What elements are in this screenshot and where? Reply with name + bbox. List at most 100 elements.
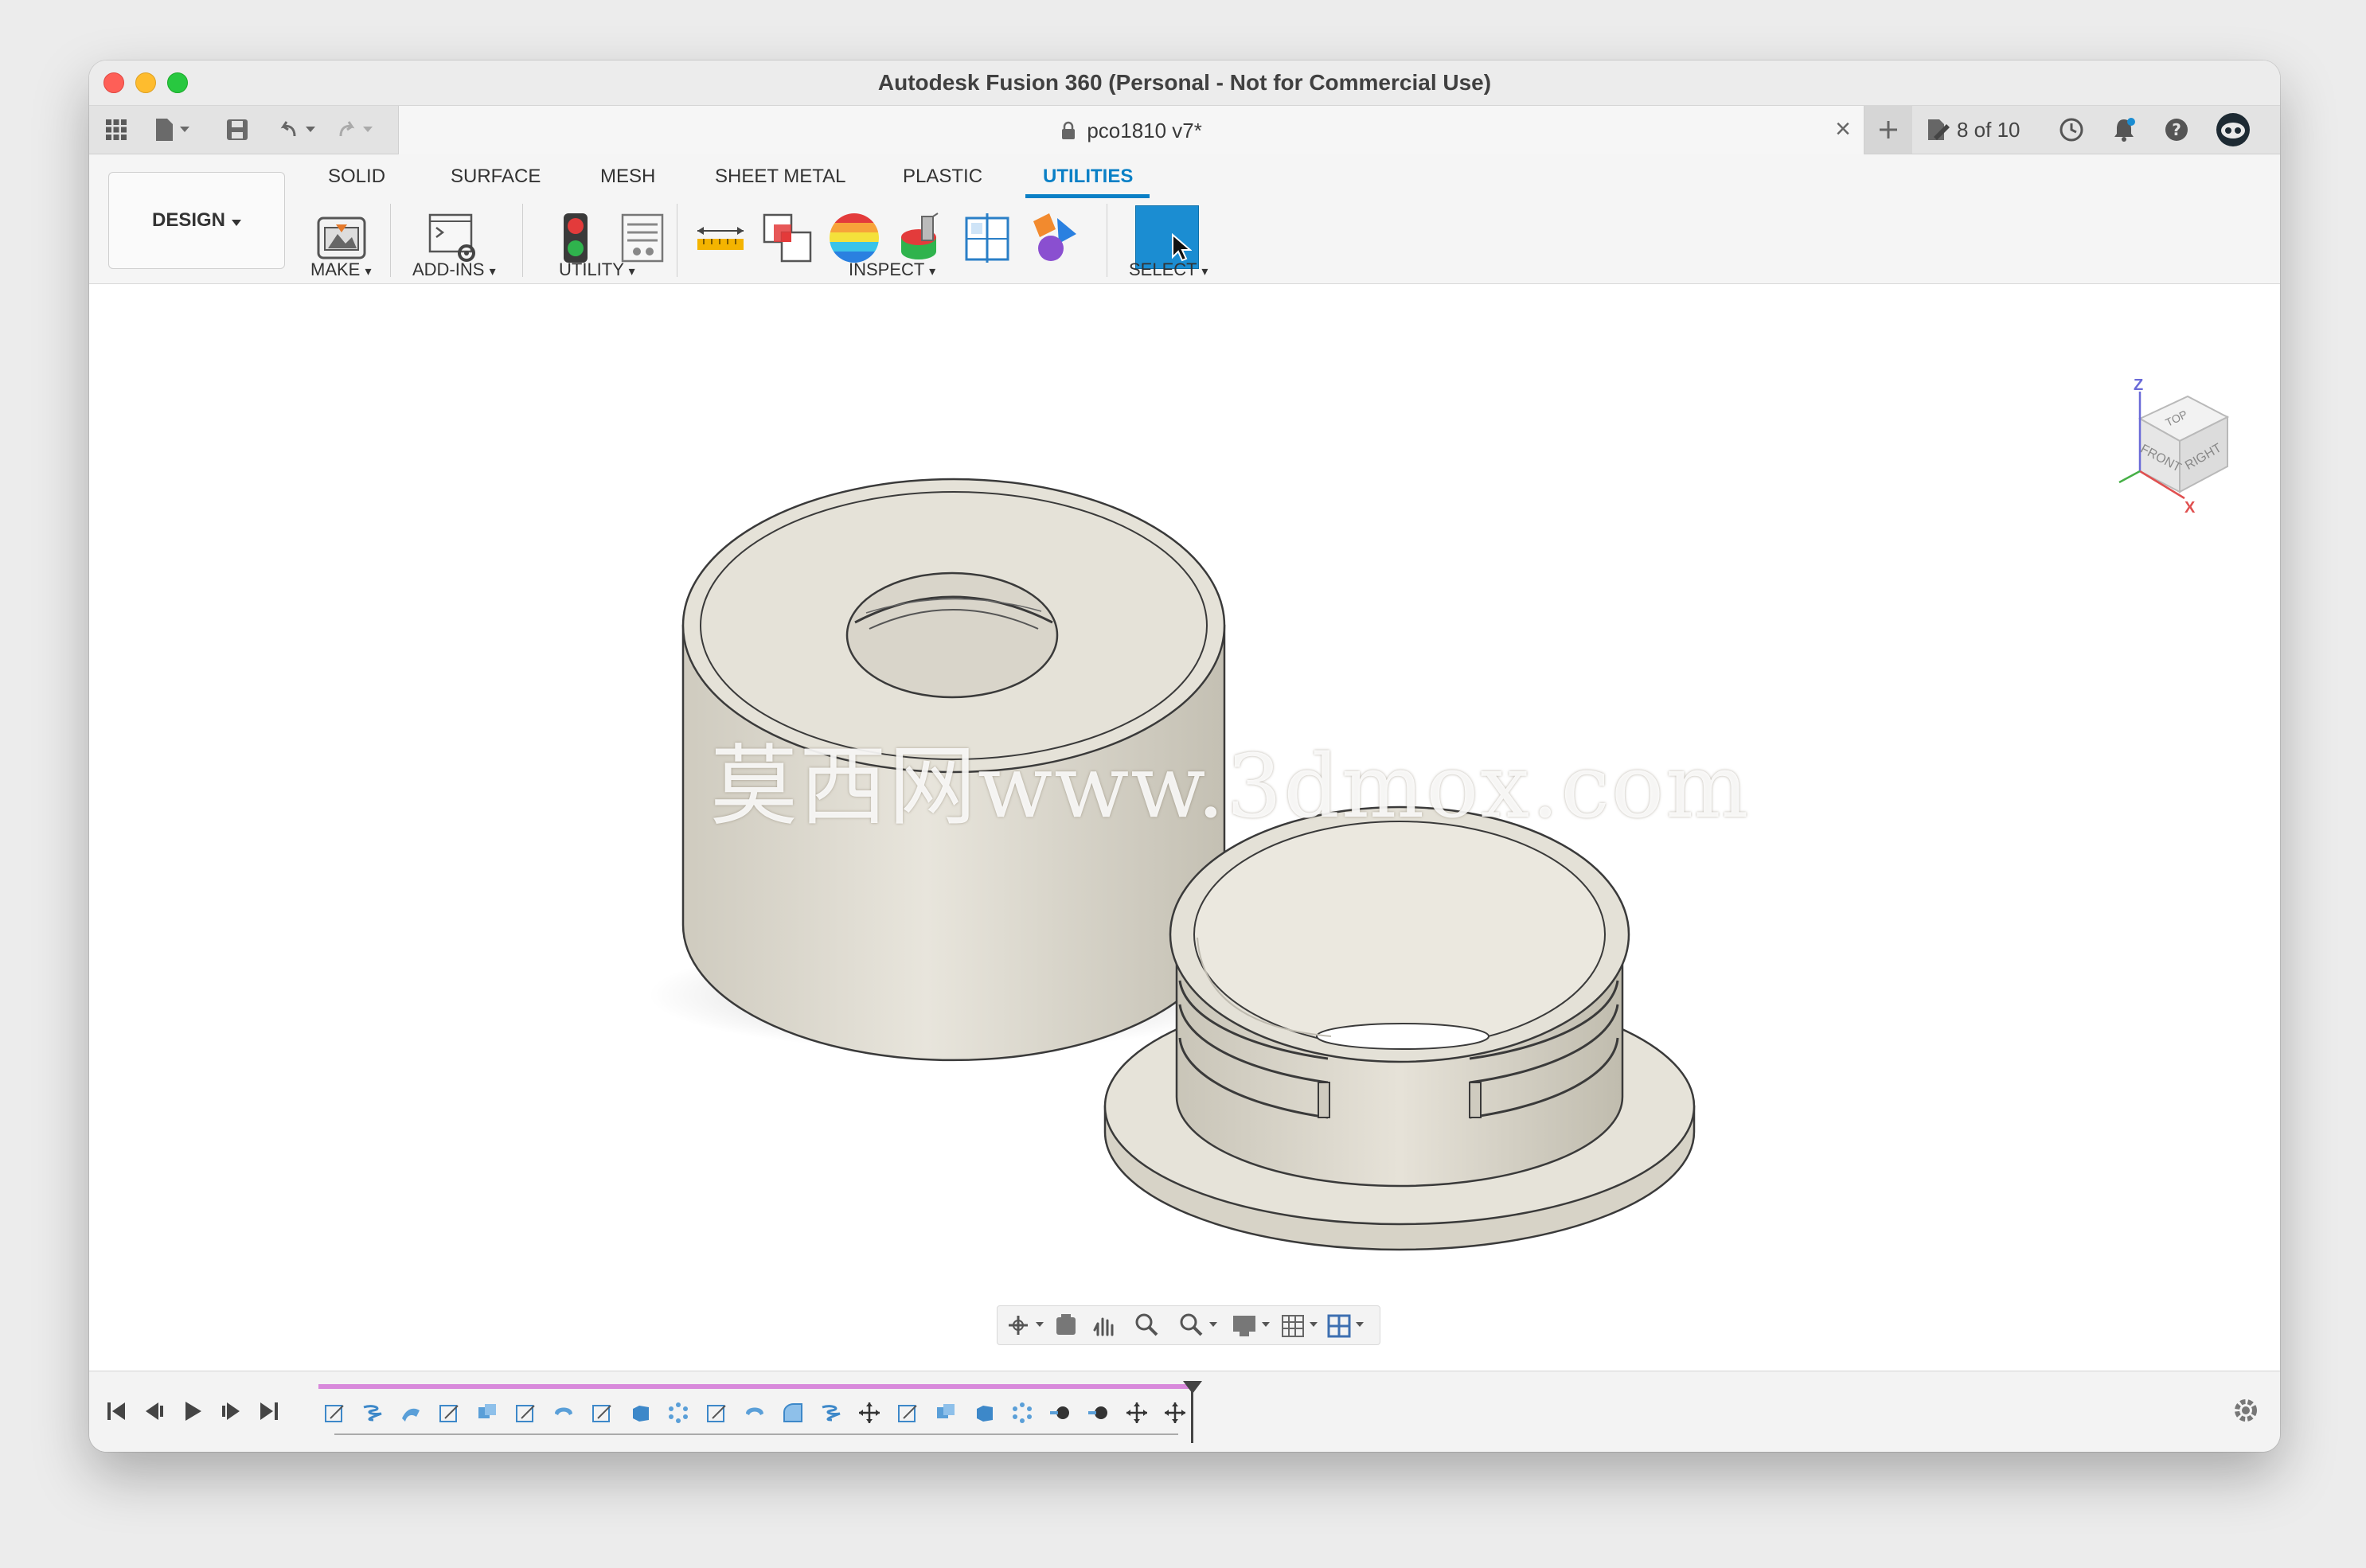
toolbar-ribbon: DESIGN SOLID SURFACE MESH SHEET METAL PL… xyxy=(89,154,2280,284)
sweep-feature-icon[interactable] xyxy=(396,1398,425,1427)
group-select[interactable]: SELECT xyxy=(1129,259,1197,279)
draft-analysis-icon[interactable] xyxy=(893,210,949,266)
fillet-feature-icon[interactable] xyxy=(779,1398,807,1427)
coil-feature-icon[interactable] xyxy=(817,1398,845,1427)
workspace-label: DESIGN xyxy=(151,209,225,231)
zoom-icon[interactable] xyxy=(1135,1313,1158,1336)
group-inspect[interactable]: INSPECT xyxy=(849,259,924,279)
svg-text:?: ? xyxy=(2172,120,2181,139)
save-icon[interactable] xyxy=(221,114,253,146)
timeline-ruler xyxy=(334,1433,1178,1435)
move-feature-icon[interactable] xyxy=(1122,1398,1151,1427)
timeline-marker[interactable] xyxy=(1191,1387,1193,1443)
last-frame-icon[interactable] xyxy=(253,1395,285,1427)
workspace-switcher[interactable]: DESIGN xyxy=(108,172,285,269)
move-feature-icon[interactable] xyxy=(1161,1398,1189,1427)
active-tab-indicator xyxy=(1025,194,1150,198)
combine-feature-icon[interactable] xyxy=(931,1398,960,1427)
measure-icon[interactable] xyxy=(693,210,748,266)
interference-icon[interactable] xyxy=(759,210,815,266)
display-settings-icon[interactable] xyxy=(1233,1316,1270,1336)
tab-mesh[interactable]: MESH xyxy=(600,166,655,188)
viewports-layout-icon[interactable] xyxy=(1327,1314,1364,1338)
redo-icon[interactable] xyxy=(333,114,381,146)
pan-hand-icon[interactable] xyxy=(1093,1317,1114,1336)
tab-plastic[interactable]: PLASTIC xyxy=(903,166,982,188)
tab-solid[interactable]: SOLID xyxy=(328,166,385,188)
group-add-ins[interactable]: ADD-INS xyxy=(412,259,484,279)
scripts-addins-icon[interactable] xyxy=(427,210,482,266)
notifications-icon[interactable] xyxy=(2108,114,2140,146)
revolve-feature-icon[interactable] xyxy=(549,1398,578,1427)
view-cube[interactable]: TOP FRONT RIGHT Z X xyxy=(2108,379,2243,530)
traffic-light-icon[interactable] xyxy=(548,210,603,266)
grid-snap-icon[interactable] xyxy=(1282,1315,1318,1337)
file-menu-icon[interactable] xyxy=(151,114,199,146)
document-tab-bar: pco1810 v7* × 8 of 10 ? xyxy=(89,106,2280,154)
title-bar: Autodesk Fusion 360 (Personal - Not for … xyxy=(89,60,2280,106)
pattern-feature-icon[interactable] xyxy=(1008,1398,1037,1427)
chevron-down-icon xyxy=(232,209,241,232)
watermark-text: 莫西网www.3dmox.com xyxy=(710,735,1751,837)
tab-surface[interactable]: SURFACE xyxy=(451,166,541,188)
chevron-down-icon: ▾ xyxy=(489,265,496,279)
prev-step-icon[interactable] xyxy=(139,1395,170,1427)
extrude-feature-icon[interactable] xyxy=(626,1398,654,1427)
close-tab-button[interactable]: × xyxy=(1835,114,1851,145)
lock-icon xyxy=(1060,121,1076,146)
move-feature-icon[interactable] xyxy=(855,1398,884,1427)
axis-label-z: Z xyxy=(2134,379,2143,394)
center-of-mass-icon[interactable] xyxy=(1027,210,1083,266)
combine-feature-icon[interactable] xyxy=(473,1398,502,1427)
orbit-icon[interactable] xyxy=(1009,1316,1044,1335)
sketch-feature-icon[interactable] xyxy=(702,1398,731,1427)
group-utility[interactable]: UTILITY xyxy=(559,259,624,279)
curvature-zebra-icon[interactable] xyxy=(826,210,882,266)
play-icon[interactable] xyxy=(177,1395,209,1427)
app-window: Autodesk Fusion 360 (Personal - Not for … xyxy=(89,60,2280,1452)
revolve-feature-icon[interactable] xyxy=(740,1398,769,1427)
undo-icon[interactable] xyxy=(275,114,323,146)
first-frame-icon[interactable] xyxy=(100,1395,132,1427)
axis-label-x: X xyxy=(2184,499,2196,517)
sketch-feature-icon[interactable] xyxy=(893,1398,922,1427)
timeline-progress-track xyxy=(318,1384,1193,1389)
job-status-icon[interactable] xyxy=(1922,114,1954,146)
history-icon[interactable] xyxy=(2056,114,2087,146)
look-at-icon[interactable] xyxy=(1056,1314,1076,1335)
gear-icon[interactable] xyxy=(2231,1395,2261,1433)
parameters-table-icon[interactable] xyxy=(615,210,670,266)
tab-sheet-metal[interactable]: SHEET METAL xyxy=(715,166,845,188)
joint-feature-icon[interactable] xyxy=(1084,1398,1113,1427)
chevron-down-icon: ▾ xyxy=(628,265,635,279)
help-icon[interactable]: ? xyxy=(2161,114,2192,146)
user-avatar-icon[interactable] xyxy=(2213,113,2253,146)
sketch-feature-icon[interactable] xyxy=(511,1398,540,1427)
tab-utilities[interactable]: UTILITIES xyxy=(1043,166,1133,188)
chevron-down-icon: ▾ xyxy=(929,265,936,279)
sketch-feature-icon[interactable] xyxy=(435,1398,463,1427)
next-step-icon[interactable] xyxy=(215,1395,247,1427)
3d-print-icon[interactable] xyxy=(314,210,369,266)
new-tab-icon[interactable] xyxy=(1864,106,1912,154)
group-divider xyxy=(522,204,523,277)
apps-grid-icon[interactable] xyxy=(100,114,132,146)
fit-zoom-icon[interactable] xyxy=(1180,1313,1217,1336)
sketch-feature-icon[interactable] xyxy=(588,1398,616,1427)
document-tab[interactable]: pco1810 v7* × xyxy=(398,106,1864,154)
group-divider xyxy=(390,204,391,277)
chevron-down-icon: ▾ xyxy=(1201,265,1208,279)
design-timeline xyxy=(89,1371,2280,1452)
chevron-down-icon: ▾ xyxy=(365,265,372,279)
sketch-feature-icon[interactable] xyxy=(320,1398,349,1427)
version-count[interactable]: 8 of 10 xyxy=(1957,118,2020,142)
document-title: pco1810 v7* xyxy=(1087,119,1202,142)
joint-feature-icon[interactable] xyxy=(1046,1398,1075,1427)
section-analysis-icon[interactable] xyxy=(960,210,1016,266)
navigation-toolbar xyxy=(997,1305,1380,1345)
3d-viewport[interactable]: TOP FRONT RIGHT Z X 莫西网www.3dmox.com xyxy=(89,285,2280,1371)
extrude-feature-icon[interactable] xyxy=(970,1398,998,1427)
pattern-feature-icon[interactable] xyxy=(664,1398,693,1427)
coil-feature-icon[interactable] xyxy=(358,1398,387,1427)
group-make[interactable]: MAKE xyxy=(310,259,360,279)
